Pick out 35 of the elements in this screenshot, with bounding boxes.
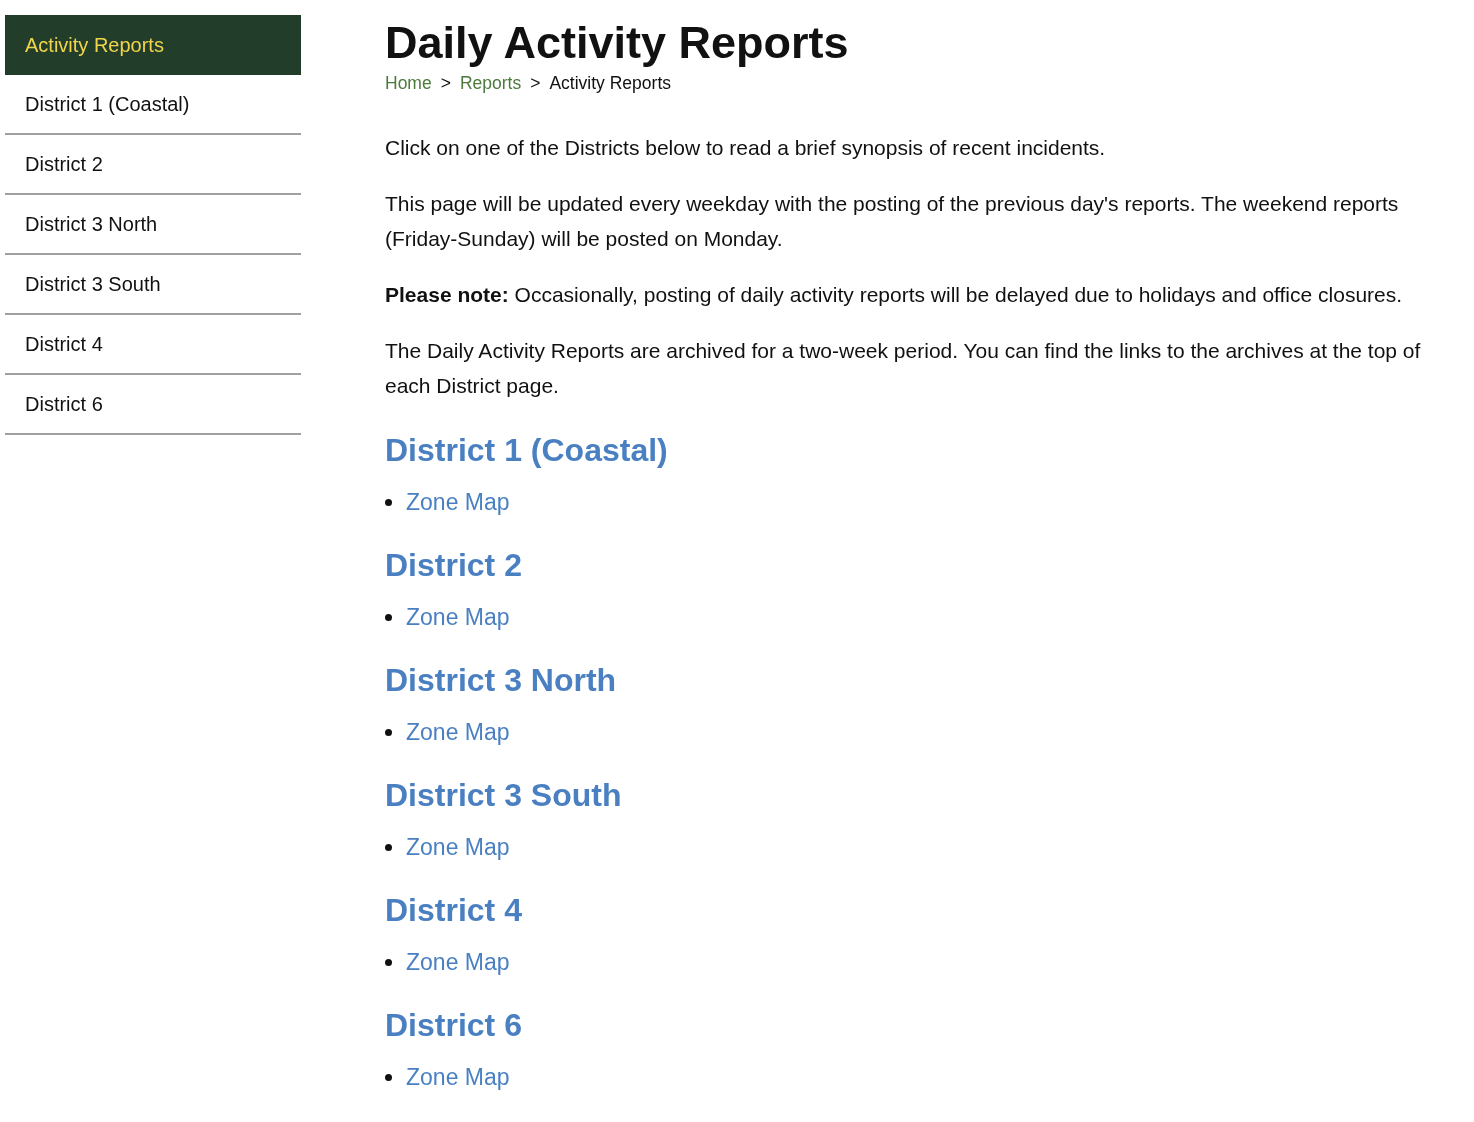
bullet-icon (385, 1073, 392, 1081)
paragraph: This page will be updated every weekday with the posting of the previous day's reports. The weekend reports (Friday-Sunday) will be posted on Monday. (385, 191, 1400, 252)
zone-map-link[interactable]: Zone Map (406, 833, 510, 861)
breadcrumb-current: Activity Reports (549, 72, 671, 95)
district-heading: District 2 (385, 546, 523, 585)
breadcrumb-separator: > (440, 72, 451, 95)
zone-map-link[interactable]: Zone Map (406, 718, 510, 746)
breadcrumb-separator: > (530, 72, 541, 95)
zone-map-link[interactable]: Zone Map (406, 603, 510, 631)
bullet-icon (385, 728, 392, 736)
zone-map-link[interactable]: Zone Map (406, 1063, 510, 1091)
district-heading: District 3 North (385, 661, 618, 700)
district-heading: District 4 (385, 891, 523, 930)
sidebar-item[interactable]: District 6 (5, 375, 301, 435)
sidebar-item[interactable]: District 2 (5, 135, 301, 195)
bullet-icon (385, 958, 392, 966)
sidebar-item[interactable]: District 3 South (5, 255, 301, 315)
breadcrumb-link[interactable]: Home (385, 70, 432, 96)
page-title: Daily Activity Reports (385, 17, 850, 69)
sidebar-item[interactable]: District 3 North (5, 195, 301, 255)
bullet-icon (385, 843, 392, 851)
bullet-icon (385, 498, 392, 506)
district-heading: District 6 (385, 1006, 523, 1045)
bullet-icon (385, 613, 392, 621)
sidebar-title: Activity Reports (5, 15, 301, 75)
zone-map-link[interactable]: Zone Map (406, 948, 510, 976)
district-heading: District 3 South (385, 776, 623, 815)
sidebar-item[interactable]: District 4 (5, 315, 301, 375)
paragraph: Click on one of the Districts below to read a brief synopsis of recent incidents. (385, 135, 1107, 161)
district-heading: District 1 (Coastal) (385, 431, 669, 470)
sidebar-item[interactable]: District 1 (Coastal) (5, 75, 301, 135)
zone-map-link[interactable]: Zone Map (406, 488, 510, 516)
paragraph: Please note: Occasionally, posting of daily activity reports will be delayed due to holidays and office closures. (385, 282, 1404, 308)
paragraph: The Daily Activity Reports are archived for a two-week period. You can find the links to the archives at the top of each District page. (385, 338, 1422, 399)
breadcrumb-link[interactable]: Reports (459, 70, 522, 96)
